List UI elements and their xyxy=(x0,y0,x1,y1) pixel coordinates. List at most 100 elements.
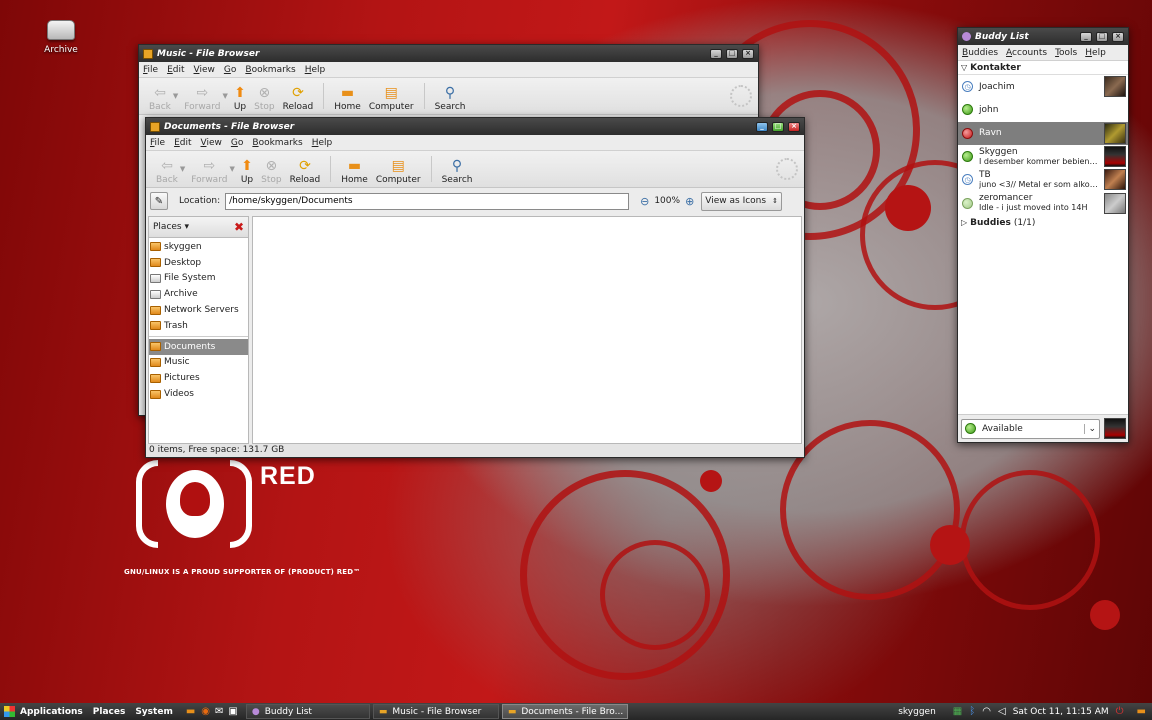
applications-menu[interactable]: Applications xyxy=(15,707,88,717)
home-button[interactable]: ▬ Home xyxy=(330,80,365,112)
sidebar-item-network-servers[interactable]: Network Servers xyxy=(149,302,248,318)
mail-launcher-icon[interactable]: ✉ xyxy=(215,706,223,717)
computer-button[interactable]: ▤ Computer xyxy=(365,80,418,112)
menu-accounts[interactable]: Accounts xyxy=(1006,48,1047,58)
buddy-john[interactable]: john xyxy=(958,98,1128,121)
menu-view[interactable]: View xyxy=(194,65,215,75)
sidebar-item-trash[interactable]: Trash xyxy=(149,318,248,334)
stop-button[interactable]: ⊗ Stop xyxy=(250,80,278,112)
task-buddy-list[interactable]: ● Buddy List xyxy=(245,704,370,719)
places-menu[interactable]: Places xyxy=(88,707,131,717)
computer-button[interactable]: ▤ Computer xyxy=(372,153,425,185)
forward-history-dropdown[interactable]: ▼ xyxy=(229,165,234,173)
network-status-icon[interactable]: ▦ xyxy=(953,706,962,717)
file-view-area[interactable] xyxy=(252,216,802,444)
close-button[interactable]: × xyxy=(788,121,800,132)
wifi-icon[interactable]: ◠ xyxy=(982,706,991,717)
back-button[interactable]: ⇦ Back xyxy=(145,80,175,112)
sidebar-item-pictures[interactable]: Pictures xyxy=(149,370,248,386)
documents-titlebar[interactable]: Documents - File Browser _ □ × xyxy=(146,118,804,135)
sidebar-item-documents[interactable]: Documents xyxy=(149,338,248,355)
power-icon[interactable]: ⏻ xyxy=(1116,706,1124,717)
menu-bookmarks[interactable]: Bookmarks xyxy=(245,65,295,75)
volume-icon[interactable]: ◁ xyxy=(998,706,1006,717)
status-select[interactable]: Available ⌄ xyxy=(961,418,1100,439)
desktop-archive-icon[interactable]: Archive xyxy=(38,18,84,55)
sidebar-item-videos[interactable]: Videos xyxy=(149,386,248,402)
zoom-out-icon[interactable]: ⊖ xyxy=(640,195,649,208)
group-buddies[interactable]: ▷ Buddies (1/1) xyxy=(958,216,1128,230)
clock[interactable]: Sat Oct 11, 11:15 AM xyxy=(1013,707,1109,717)
menu-buddies[interactable]: Buddies xyxy=(962,48,998,58)
menu-help[interactable]: Help xyxy=(305,65,326,75)
up-button[interactable]: ⬆ Up xyxy=(230,80,250,112)
menu-go[interactable]: Go xyxy=(231,138,244,148)
system-menu[interactable]: System xyxy=(130,707,178,717)
buddy-list-window[interactable]: Buddy List _ □ × Buddies Accounts Tools … xyxy=(957,27,1129,443)
menu-help[interactable]: Help xyxy=(312,138,333,148)
maximize-button[interactable]: □ xyxy=(1096,31,1108,42)
back-button[interactable]: ⇦ Back xyxy=(152,153,182,185)
menu-bookmarks[interactable]: Bookmarks xyxy=(252,138,302,148)
sidebar-item-skyggen[interactable]: skyggen xyxy=(149,239,248,255)
zoom-in-icon[interactable]: ⊕ xyxy=(685,195,694,208)
sidebar-item-desktop[interactable]: Desktop xyxy=(149,255,248,271)
toggle-location-entry-button[interactable]: ✎ xyxy=(150,192,168,210)
minimize-button[interactable]: _ xyxy=(756,121,768,132)
task-documents-file-browser[interactable]: ▬ Documents - File Bro... xyxy=(501,704,628,719)
stop-button[interactable]: ⊗ Stop xyxy=(257,153,285,185)
pidgin-icon: ● xyxy=(251,706,260,717)
music-titlebar[interactable]: Music - File Browser _ □ × xyxy=(139,45,758,62)
minimize-button[interactable]: _ xyxy=(710,48,722,59)
buddy-skyggen[interactable]: Skyggen I desember kommer bebien :D xyxy=(958,145,1128,168)
menu-help[interactable]: Help xyxy=(1085,48,1106,58)
forward-button[interactable]: ⇨ Forward xyxy=(180,80,224,112)
my-avatar[interactable] xyxy=(1104,418,1126,439)
buddy-tb[interactable]: ◷ TB juno <3// Metal er som alkoh... xyxy=(958,168,1128,191)
firefox-launcher-icon[interactable]: ◉ xyxy=(201,706,210,717)
sidebar-item-music[interactable]: Music xyxy=(149,355,248,371)
up-button[interactable]: ⬆ Up xyxy=(237,153,257,185)
minimize-button[interactable]: _ xyxy=(1080,31,1092,42)
buddy-ravn[interactable]: Ravn xyxy=(958,121,1128,145)
documents-file-browser-window[interactable]: Documents - File Browser _ □ × File Edit… xyxy=(145,117,805,458)
view-mode-select[interactable]: View as Icons ⇕ xyxy=(701,191,782,211)
show-desktop-icon[interactable]: ▬ xyxy=(1137,706,1146,717)
group-kontakter[interactable]: ▽ Kontakter xyxy=(958,61,1128,75)
search-button[interactable]: ⚲ Search xyxy=(438,153,477,185)
forward-history-dropdown[interactable]: ▼ xyxy=(222,92,227,100)
maximize-button[interactable]: □ xyxy=(772,121,784,132)
home-button[interactable]: ▬ Home xyxy=(337,153,372,185)
folder-icon: ▬ xyxy=(378,706,388,717)
reload-button[interactable]: ⟳ Reload xyxy=(286,153,325,185)
menu-view[interactable]: View xyxy=(201,138,222,148)
back-history-dropdown[interactable]: ▼ xyxy=(173,92,178,100)
location-input[interactable] xyxy=(225,192,630,210)
menu-tools[interactable]: Tools xyxy=(1055,48,1077,58)
menu-file[interactable]: File xyxy=(143,65,158,75)
buddy-joachim[interactable]: ◷ Joachim xyxy=(958,75,1128,98)
bluetooth-icon[interactable]: ᛒ xyxy=(969,706,975,717)
menu-go[interactable]: Go xyxy=(224,65,237,75)
forward-button[interactable]: ⇨ Forward xyxy=(187,153,231,185)
close-sidebar-icon[interactable]: ✖ xyxy=(234,220,244,234)
close-button[interactable]: × xyxy=(742,48,754,59)
username-label[interactable]: skyggen xyxy=(898,707,936,717)
close-button[interactable]: × xyxy=(1112,31,1124,42)
places-dropdown[interactable]: Places ▾ xyxy=(153,222,189,232)
task-music-file-browser[interactable]: ▬ Music - File Browser xyxy=(372,704,499,719)
zoom-level[interactable]: 100% xyxy=(654,196,680,206)
buddy-zeromancer[interactable]: zeromancer Idle - i just moved into 14H xyxy=(958,191,1128,214)
maximize-button[interactable]: □ xyxy=(726,48,738,59)
back-history-dropdown[interactable]: ▼ xyxy=(180,165,185,173)
buddy-list-titlebar[interactable]: Buddy List _ □ × xyxy=(958,28,1128,45)
menu-edit[interactable]: Edit xyxy=(167,65,184,75)
search-button[interactable]: ⚲ Search xyxy=(431,80,470,112)
menu-edit[interactable]: Edit xyxy=(174,138,191,148)
reload-button[interactable]: ⟳ Reload xyxy=(279,80,318,112)
file-manager-launcher-icon[interactable]: ▬ xyxy=(186,706,195,717)
menu-file[interactable]: File xyxy=(150,138,165,148)
sidebar-item-file-system[interactable]: File System xyxy=(149,271,248,287)
terminal-launcher-icon[interactable]: ▣ xyxy=(228,706,237,717)
sidebar-item-archive[interactable]: Archive xyxy=(149,286,248,302)
